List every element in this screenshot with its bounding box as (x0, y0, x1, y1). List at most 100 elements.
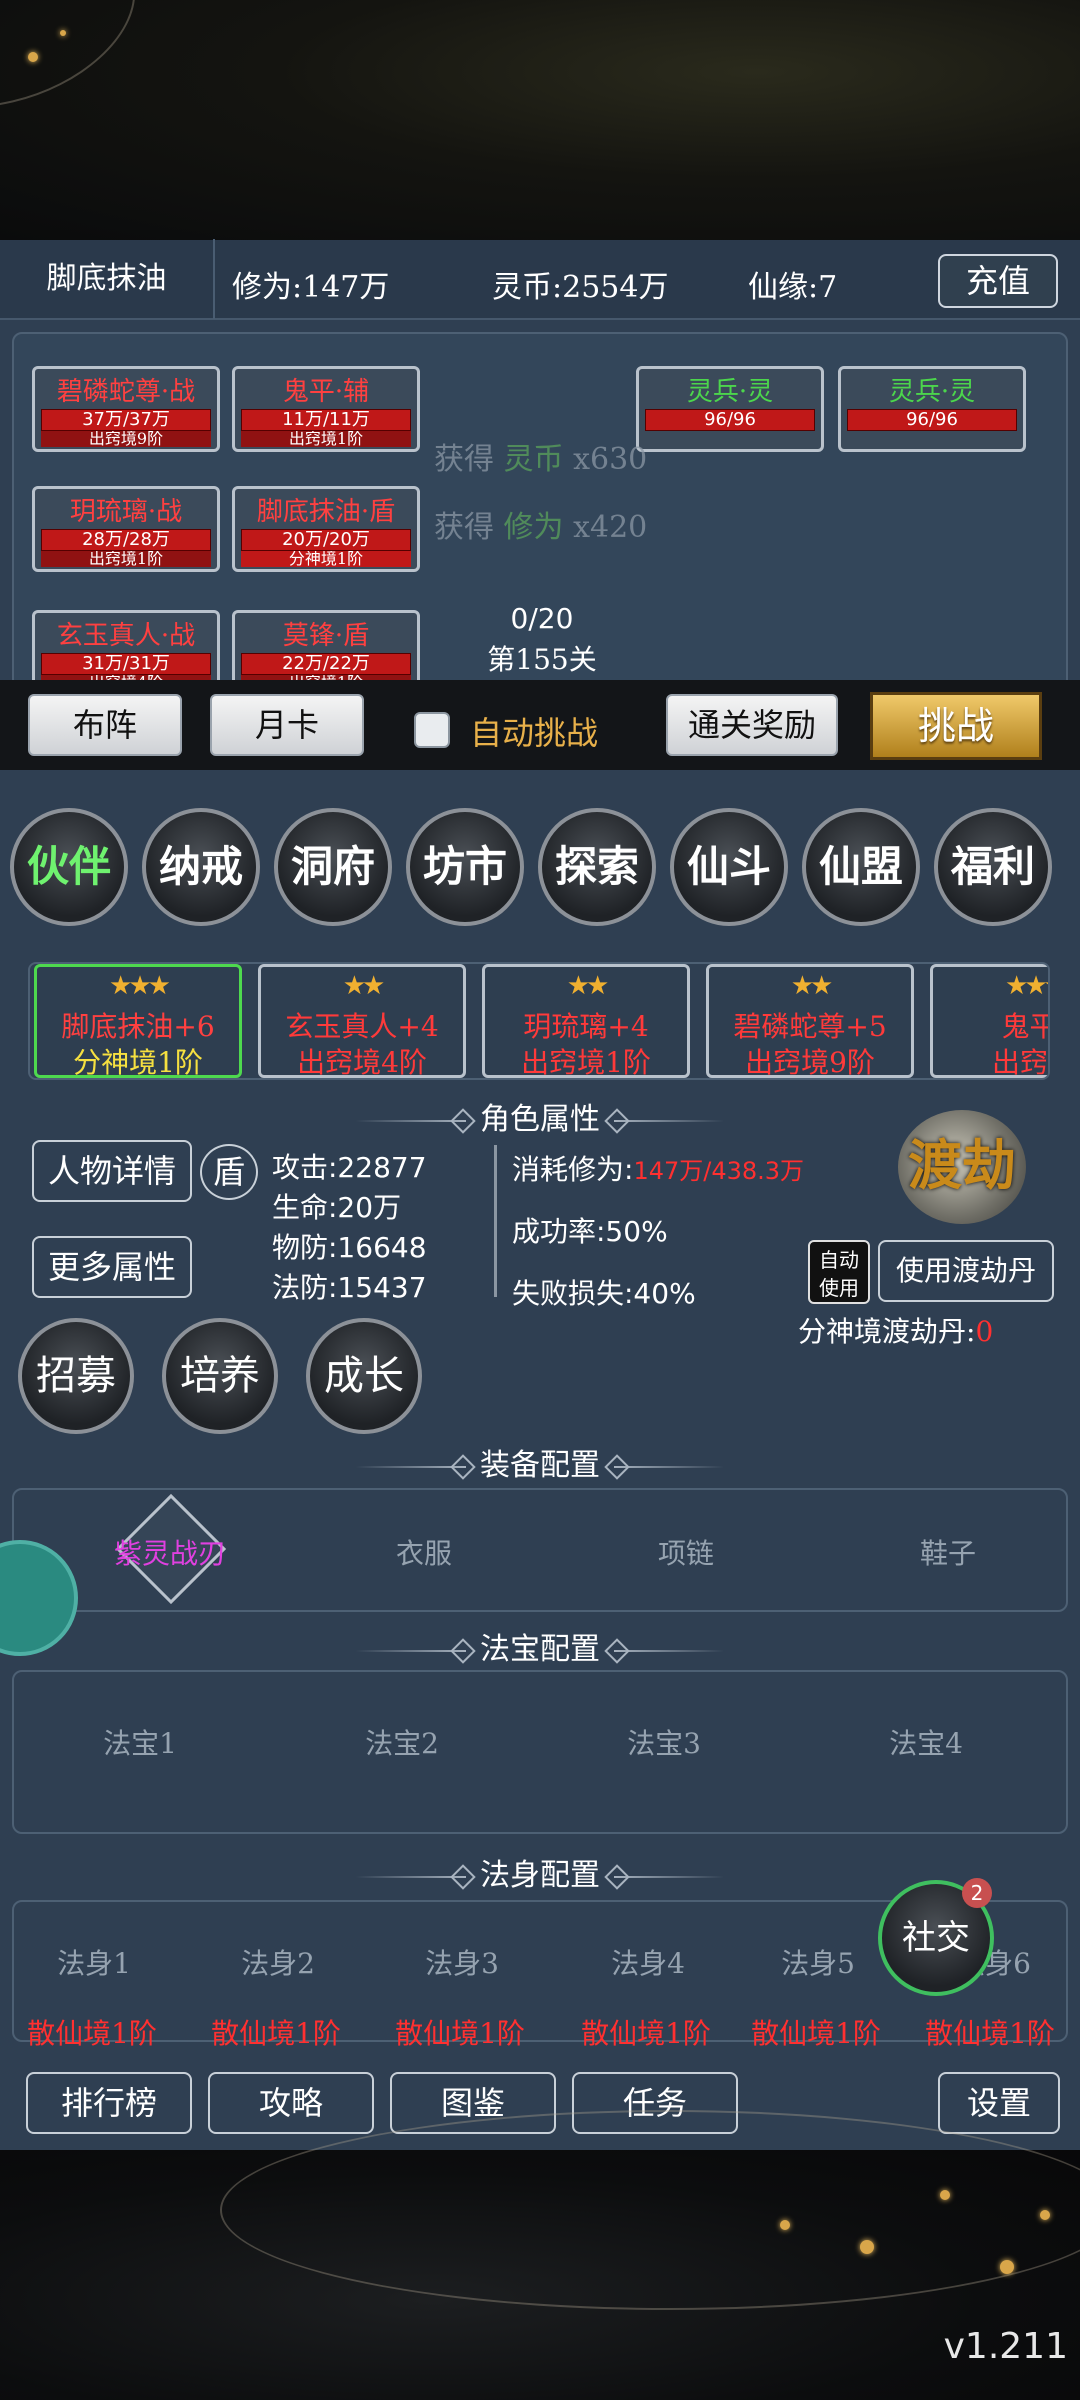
monthly-card-button[interactable]: 月卡 (210, 694, 364, 756)
body-slot[interactable]: 法身1 (24, 1942, 164, 1982)
decor-dot (1040, 2210, 1050, 2220)
game-screen: 脚底抹油 修为:147万 灵币:2554万 仙缘:7 充值 碧磷蛇尊·战 37万… (0, 0, 1080, 2400)
partner-name: 玄玉真人+4 (285, 1010, 439, 1043)
auto-challenge-checkbox[interactable] (414, 712, 450, 748)
version-label: v1.211 (943, 2326, 1068, 2367)
equip-slot-necklace[interactable]: 项链 (616, 1532, 756, 1572)
ally-unit[interactable]: 脚底抹油·盾 20万/20万 分神境1阶 (232, 486, 420, 572)
gain-log: 获得 灵币 x630 (434, 442, 648, 477)
auto-use-toggle[interactable]: 自动使用 (808, 1240, 870, 1304)
clear-reward-button[interactable]: 通关奖励 (666, 694, 838, 756)
settings-button[interactable]: 设置 (938, 2072, 1060, 2134)
attack-stat: 攻击:22877 (272, 1151, 427, 1184)
challenge-button[interactable]: 挑战 (870, 692, 1042, 760)
equip-slot-weapon[interactable]: 紫灵战刃 (100, 1532, 240, 1572)
decor-dot (28, 52, 38, 62)
menu-explore[interactable]: 探索 (538, 808, 656, 926)
decor-dot (60, 30, 66, 36)
body-slot[interactable]: 法身3 (392, 1942, 532, 1982)
background-bottom (0, 2110, 1080, 2400)
star-icon: ★★ (342, 971, 386, 1001)
menu-welfare[interactable]: 福利 (934, 808, 1052, 926)
unit-name: 鬼平·辅 (282, 377, 370, 407)
unit-hp-bar: 28万/28万 (41, 529, 211, 551)
body-slot[interactable]: 法身4 (578, 1942, 718, 1982)
menu-partner[interactable]: 伙伴 (10, 808, 128, 926)
decor-dot (1000, 2260, 1014, 2274)
recharge-button[interactable]: 充值 (938, 254, 1058, 308)
unit-hp-bar: 20万/20万 (241, 529, 411, 551)
partner-name: 脚底抹油+6 (61, 1010, 215, 1043)
menu-ring[interactable]: 纳戒 (142, 808, 260, 926)
menu-cave[interactable]: 洞府 (274, 808, 392, 926)
menu-arena[interactable]: 仙斗 (670, 808, 788, 926)
enemy-unit[interactable]: 灵兵·灵 96/96 (636, 366, 824, 452)
leaderboard-button[interactable]: 排行榜 (26, 2072, 192, 2134)
ally-unit[interactable]: 碧磷蛇尊·战 37万/37万 出窍境9阶 (32, 366, 220, 452)
partner-name: 玥琉璃+4 (523, 1010, 649, 1043)
body-level: 散仙境1阶 (925, 2017, 1055, 2050)
treasure-slot[interactable]: 法宝3 (594, 1722, 734, 1762)
section-title: 法身配置 (480, 1858, 600, 1893)
body-slot[interactable]: 法身5 (748, 1942, 888, 1982)
equip-slot-shoes[interactable]: 鞋子 (878, 1532, 1018, 1572)
unit-name: 玄玉真人·战 (56, 621, 196, 651)
menu-market[interactable]: 坊市 (406, 808, 524, 926)
body-level: 散仙境1阶 (395, 2017, 525, 2050)
ornament-icon (356, 1466, 466, 1468)
unit-hp-bar: 96/96 (645, 409, 815, 431)
treasure-slot[interactable]: 法宝1 (70, 1722, 210, 1762)
partner-card[interactable]: ★★★ 鬼平· 出窍境 (930, 964, 1048, 1078)
tribulation-button[interactable]: 渡劫 (898, 1110, 1026, 1224)
ally-unit[interactable]: 玥琉璃·战 28万/28万 出窍境1阶 (32, 486, 220, 572)
partner-level: 出窍境9阶 (745, 1046, 875, 1079)
menu-alliance[interactable]: 仙盟 (802, 808, 920, 926)
decor-arc (220, 2110, 1080, 2310)
recruit-button[interactable]: 招募 (18, 1318, 134, 1434)
ally-unit[interactable]: 鬼平·辅 11万/11万 出窍境1阶 (232, 366, 420, 452)
growth-button[interactable]: 成长 (306, 1318, 422, 1434)
more-attributes-button[interactable]: 更多属性 (32, 1236, 192, 1298)
equip-slot-clothes[interactable]: 衣服 (354, 1532, 494, 1572)
treasure-slot[interactable]: 法宝4 (856, 1722, 996, 1762)
enemy-unit[interactable]: 灵兵·灵 96/96 (838, 366, 1026, 452)
ornament-icon (356, 1120, 466, 1122)
success-rate: 成功率:50% (512, 1215, 668, 1248)
partner-level: 出窍境1阶 (521, 1046, 651, 1079)
notification-badge: 2 (962, 1878, 992, 1908)
unit-name: 灵兵·灵 (888, 377, 976, 407)
unit-hp-bar: 37万/37万 (41, 409, 211, 431)
partner-card[interactable]: ★★ 玄玉真人+4 出窍境4阶 (258, 964, 466, 1078)
section-title: 角色属性 (480, 1102, 600, 1137)
treasure-slot[interactable]: 法宝2 (332, 1722, 472, 1762)
character-detail-button[interactable]: 人物详情 (32, 1140, 192, 1202)
formation-button[interactable]: 布阵 (28, 694, 182, 756)
unit-level: 分神境1阶 (241, 551, 411, 567)
body-slot[interactable]: 法身2 (208, 1942, 348, 1982)
unit-name: 碧磷蛇尊·战 (56, 377, 196, 407)
ornament-icon (614, 1466, 724, 1468)
section-header: 法宝配置 (0, 1624, 1080, 1668)
partner-level: 分神境1阶 (73, 1046, 203, 1079)
cultivation-stat: 修为:147万 (232, 270, 390, 305)
pill-count: 分神境渡劫丹:0 (798, 1315, 994, 1348)
partner-card[interactable]: ★★ 玥琉璃+4 出窍境1阶 (482, 964, 690, 1078)
shield-role-icon[interactable]: 盾 (200, 1144, 258, 1200)
guide-button[interactable]: 攻略 (208, 2072, 374, 2134)
decor-dot (780, 2220, 790, 2230)
use-pill-button[interactable]: 使用渡劫丹 (878, 1240, 1054, 1302)
partner-card[interactable]: ★★★ 脚底抹油+6 分神境1阶 (34, 964, 242, 1078)
decor-dot (940, 2190, 950, 2200)
equipment-panel: 紫灵战刃 衣服 项链 鞋子 (12, 1488, 1068, 1612)
auto-challenge-label: 自动挑战 (470, 714, 599, 752)
player-name: 脚底抹油 (0, 239, 215, 319)
fail-loss: 失败损失:40% (512, 1277, 696, 1310)
unit-level: 出窍境1阶 (241, 431, 411, 447)
ornament-icon (614, 1120, 724, 1122)
train-button[interactable]: 培养 (162, 1318, 278, 1434)
divider (494, 1145, 497, 1297)
star-icon: ★★★ (109, 971, 171, 1001)
partner-card[interactable]: ★★ 碧磷蛇尊+5 出窍境9阶 (706, 964, 914, 1078)
body-level: 散仙境1阶 (581, 2017, 711, 2050)
star-icon: ★★★ (1005, 971, 1048, 1001)
